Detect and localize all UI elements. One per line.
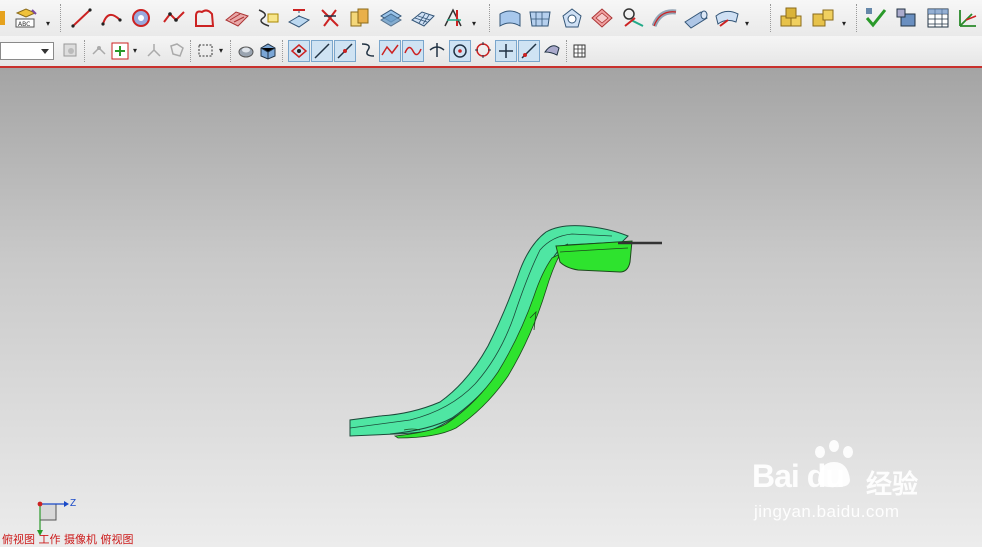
wrap-icon[interactable] [714, 6, 740, 30]
select-filter-icon[interactable] [62, 42, 80, 60]
chevron-down-icon[interactable] [41, 49, 49, 54]
mesh-surface-icon[interactable] [410, 6, 436, 30]
chevron-down-icon[interactable]: ▾ [842, 20, 846, 28]
chevron-down-icon[interactable]: ▾ [133, 47, 137, 55]
watermark-url: jingyan.baidu.com [754, 502, 900, 521]
through-curves-icon[interactable] [441, 6, 467, 30]
styled-blend-icon[interactable] [590, 6, 614, 30]
point-set-icon[interactable] [162, 6, 186, 30]
wcs-icon[interactable] [956, 6, 980, 30]
bridge-curve-icon[interactable] [318, 6, 342, 30]
chevron-down-icon[interactable]: ▾ [745, 20, 749, 28]
studio-surface-icon[interactable] [498, 6, 522, 30]
plane-icon[interactable] [168, 42, 186, 60]
check-geometry-icon[interactable] [864, 6, 888, 30]
snap-quadrant-icon[interactable] [402, 40, 424, 62]
project-curve-icon[interactable] [287, 6, 311, 30]
grid-icon[interactable] [572, 42, 588, 60]
solid-body-icon[interactable] [259, 42, 277, 60]
snap-tangent-icon[interactable] [518, 40, 540, 62]
component-icon[interactable] [811, 6, 837, 30]
swept-curve-icon[interactable] [348, 6, 372, 30]
extract-icon[interactable] [379, 6, 403, 30]
text-style-icon[interactable]: ABC [14, 7, 38, 29]
snap-control-icon[interactable] [334, 40, 356, 62]
main-toolbar: ABC ▾ ▾ ▾ ▾ [0, 0, 982, 36]
snap-arc-center-icon[interactable] [379, 40, 401, 62]
snap-on-face-icon[interactable] [473, 40, 493, 60]
snap-endpoint-icon[interactable] [288, 40, 310, 62]
rectangle-select-icon[interactable] [197, 42, 215, 60]
analysis-icon[interactable] [895, 6, 919, 30]
section-curve-icon[interactable] [255, 6, 281, 30]
assembly-icon[interactable] [779, 6, 805, 30]
watermark-cn-text: 经验 [866, 470, 919, 500]
type-filter-dropdown[interactable] [0, 42, 54, 60]
n-sided-icon[interactable] [560, 6, 584, 30]
point-dialog-icon[interactable] [111, 42, 129, 60]
snap-point-on-curve-icon[interactable] [495, 40, 517, 62]
view-status-text: 俯视图 工作 摄像机 俯视图 [2, 533, 134, 546]
grid-surface-icon[interactable] [528, 6, 552, 30]
snap-midpoint-icon[interactable] [311, 40, 333, 62]
snap-surface-icon[interactable] [542, 40, 562, 60]
line-icon[interactable] [70, 6, 94, 30]
shade-icon[interactable] [0, 9, 6, 27]
shaded-body-icon[interactable] [237, 42, 255, 60]
chevron-down-icon[interactable]: ▾ [46, 20, 50, 28]
arc-icon[interactable] [100, 6, 124, 30]
face-blend-icon[interactable] [652, 6, 678, 30]
snap-on-curve-icon[interactable] [449, 40, 471, 62]
chevron-down-icon[interactable]: ▾ [219, 47, 223, 55]
offset-curve-icon[interactable] [193, 6, 217, 30]
law-extension-icon[interactable] [621, 6, 647, 30]
vector-icon[interactable] [145, 42, 163, 60]
tube-icon[interactable] [683, 6, 709, 30]
snap-existing-icon[interactable] [427, 40, 447, 60]
svg-text:ABC: ABC [18, 21, 30, 28]
paw-icon [815, 440, 853, 488]
ruled-surface-icon[interactable] [224, 6, 250, 30]
circle-sweep-icon[interactable] [130, 6, 156, 30]
chevron-down-icon[interactable]: ▾ [472, 20, 476, 28]
baidu-watermark: Bai du 经验 jingyan.baidu.com [752, 440, 952, 530]
snap-intersection-icon[interactable] [358, 40, 378, 60]
snap-point-icon[interactable] [91, 42, 109, 60]
z-axis-label: Z [70, 498, 77, 509]
spreadsheet-icon[interactable] [926, 6, 950, 30]
